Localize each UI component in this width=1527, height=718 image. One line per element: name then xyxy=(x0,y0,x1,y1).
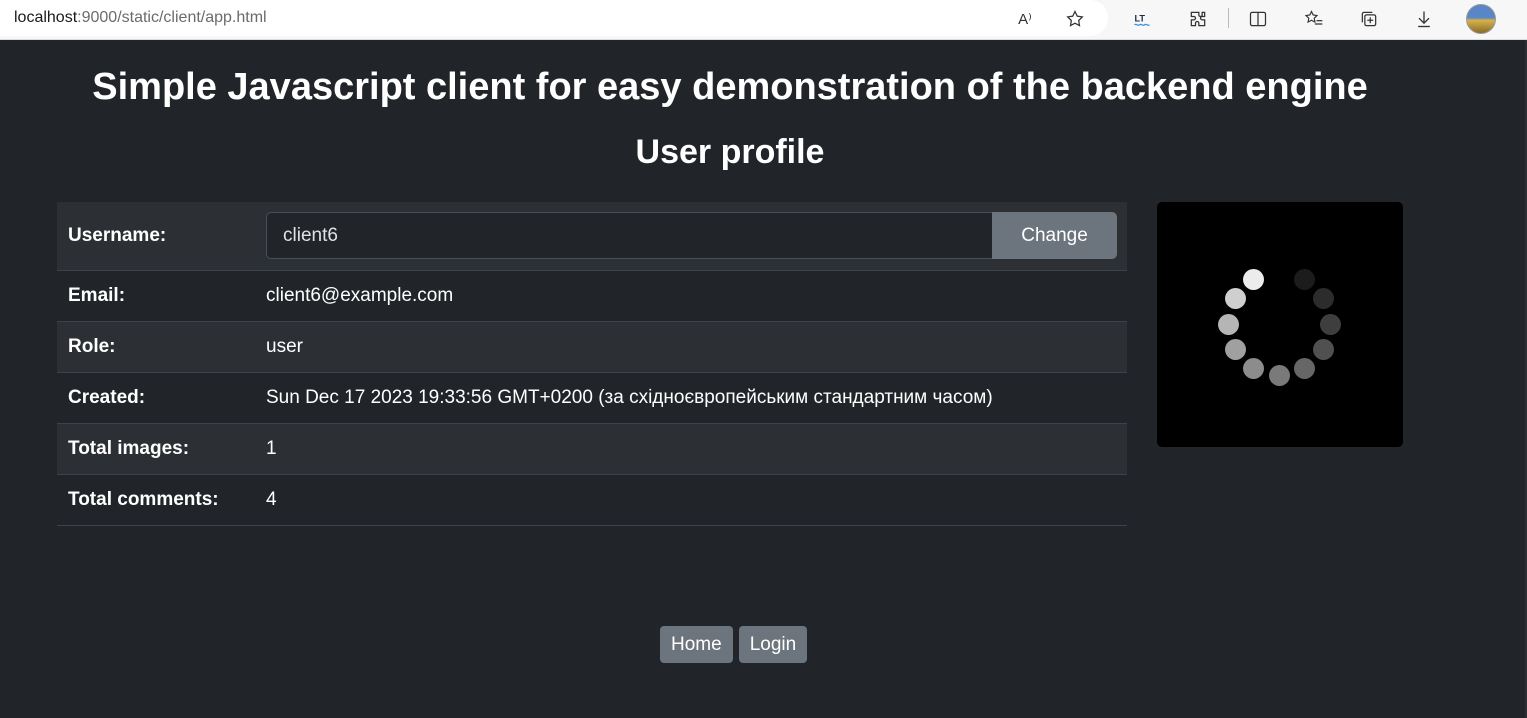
created-label: Created: xyxy=(57,372,256,424)
login-button[interactable]: Login xyxy=(738,626,808,663)
username-input[interactable] xyxy=(266,212,992,260)
loading-spinner-icon xyxy=(1294,269,1315,290)
loading-spinner-icon xyxy=(1313,288,1334,309)
loading-spinner-icon xyxy=(1313,339,1334,360)
downloads-icon[interactable] xyxy=(1411,6,1437,32)
page-subtitle: User profile xyxy=(635,133,825,171)
total-images-value: 1 xyxy=(256,423,1127,475)
loading-spinner-icon xyxy=(1320,314,1341,335)
email-value: client6@example.com xyxy=(256,270,1127,322)
languagetool-icon[interactable]: LT xyxy=(1129,6,1155,32)
favorite-star-icon[interactable] xyxy=(1062,6,1088,32)
favorites-icon[interactable] xyxy=(1301,6,1327,32)
split-screen-icon[interactable] xyxy=(1245,6,1271,32)
read-aloud-icon[interactable]: A⁾ xyxy=(1012,6,1038,32)
loading-spinner-icon xyxy=(1218,314,1239,335)
total-comments-label: Total comments: xyxy=(57,474,256,526)
browser-toolbar: localhost:9000/static/client/app.html A⁾… xyxy=(0,0,1527,40)
table-row-username: Username: Change xyxy=(57,202,1127,271)
profile-table: Username: Change Email: client6@example.… xyxy=(57,202,1127,526)
url-host: localhost xyxy=(14,9,78,26)
loading-spinner-icon xyxy=(1225,288,1246,309)
profile-image-placeholder xyxy=(1157,202,1403,447)
loading-spinner-icon xyxy=(1294,358,1315,379)
collections-icon[interactable] xyxy=(1356,6,1382,32)
created-value: Sun Dec 17 2023 19:33:56 GMT+0200 (за сх… xyxy=(256,372,1127,424)
loading-spinner-icon xyxy=(1225,339,1246,360)
loading-spinner-icon xyxy=(1269,365,1290,386)
username-label: Username: xyxy=(57,202,256,271)
loading-spinner-icon xyxy=(1243,269,1264,290)
home-button[interactable]: Home xyxy=(660,626,733,663)
username-input-group: Change xyxy=(266,212,1117,260)
email-label: Email: xyxy=(57,270,256,322)
loading-spinner-icon xyxy=(1243,358,1264,379)
url-path: :9000/static/client/app.html xyxy=(77,9,267,26)
change-username-button[interactable]: Change xyxy=(992,212,1117,260)
toolbar-separator xyxy=(1228,8,1229,28)
address-bar[interactable]: localhost:9000/static/client/app.html A⁾ xyxy=(0,0,1108,36)
address-url[interactable]: localhost:9000/static/client/app.html xyxy=(14,9,267,27)
svg-text:LT: LT xyxy=(1135,14,1146,24)
total-images-label: Total images: xyxy=(57,423,256,475)
table-row-total-images: Total images: 1 xyxy=(57,423,1127,475)
table-row-created: Created: Sun Dec 17 2023 19:33:56 GMT+02… xyxy=(57,372,1127,424)
table-row-role: Role: user xyxy=(57,321,1127,373)
page-title: Simple Javascript client for easy demons… xyxy=(92,66,1368,108)
role-value: user xyxy=(256,321,1127,373)
total-comments-value: 4 xyxy=(256,474,1127,526)
table-row-email: Email: client6@example.com xyxy=(57,270,1127,322)
profile-avatar-icon[interactable] xyxy=(1466,4,1496,34)
role-label: Role: xyxy=(57,321,256,373)
extensions-icon[interactable] xyxy=(1185,6,1211,32)
username-cell: Change xyxy=(256,202,1127,271)
table-row-total-comments: Total comments: 4 xyxy=(57,474,1127,526)
bottom-nav: Home Login xyxy=(660,626,808,663)
